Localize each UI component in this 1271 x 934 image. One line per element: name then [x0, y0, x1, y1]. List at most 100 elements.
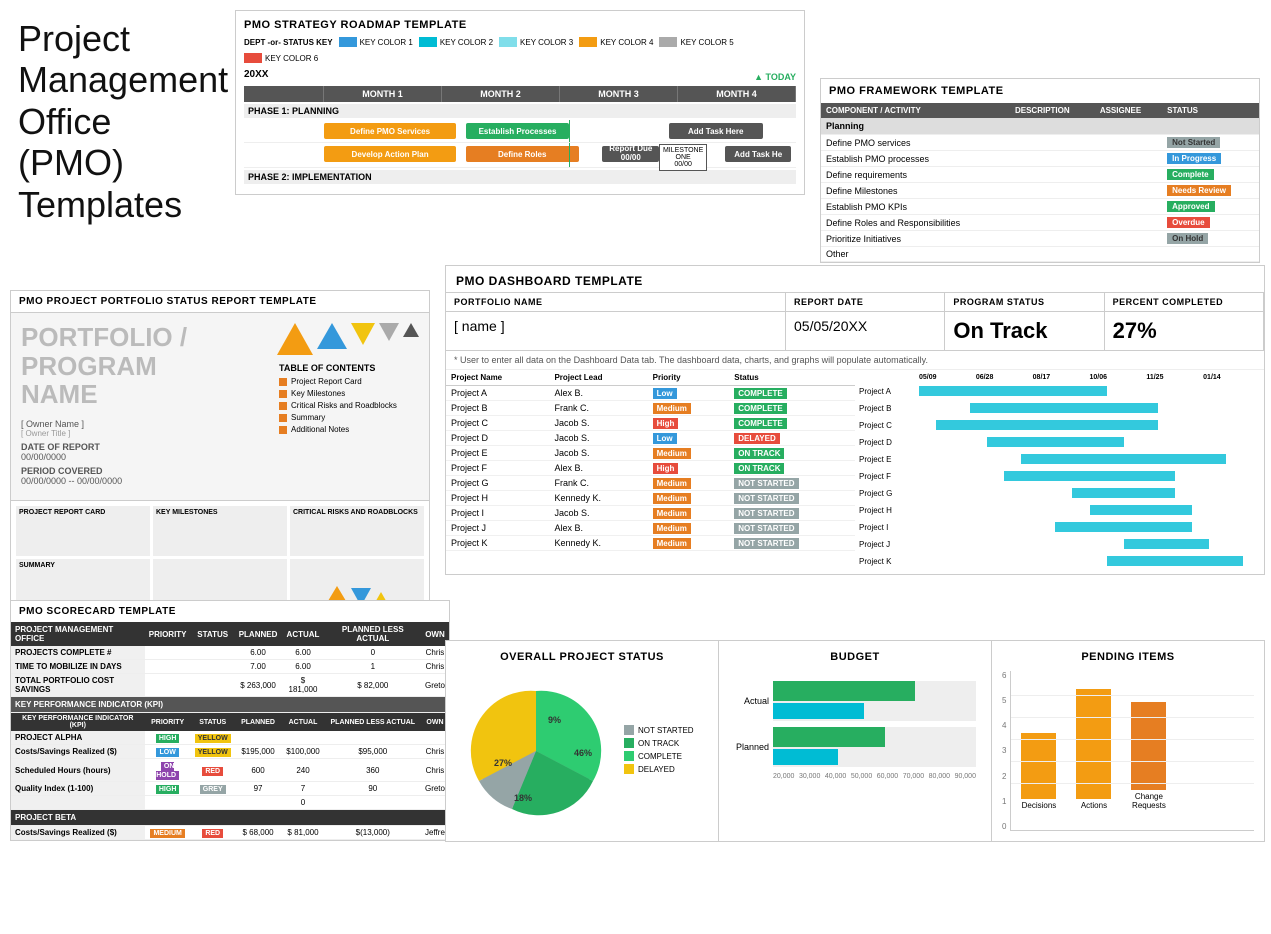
- project-row: Project F Alex B. High ON TRACK: [446, 461, 855, 476]
- gantt-proj-label: Project J: [859, 540, 919, 549]
- fw-status-badge: On Hold: [1167, 233, 1208, 244]
- gantt-bar: [970, 403, 1158, 413]
- gridline-5: [1011, 695, 1254, 696]
- toc-item: Summary: [279, 413, 419, 422]
- legend-key5: KEY COLOR 5: [659, 37, 733, 47]
- fw-status-badge: In Progress: [1167, 153, 1221, 164]
- dashboard-values: [ name ] 05/05/20XX On Track 27%: [446, 312, 1264, 351]
- pie-label-27: 27%: [494, 758, 512, 768]
- mini-risks: CRITICAL RISKS AND ROADBLOCKS: [290, 506, 424, 556]
- sc-kpi-row: Costs/Savings Realized ($) MEDIUM RED $ …: [11, 826, 449, 840]
- project-table: Project Name Project Lead Priority Statu…: [446, 370, 855, 551]
- budget-planned-label: Planned: [734, 742, 769, 752]
- budget-section: BUDGET Actual Planned 20,000 30,00: [719, 641, 992, 841]
- title-line4: (PMO): [18, 142, 124, 183]
- sc-row: PROJECTS COMPLETE # 6.00 6.00 0 Chris: [11, 646, 449, 660]
- gantt-row: Project I: [859, 519, 1260, 535]
- budget-actual-bars: [773, 681, 976, 721]
- gantt-section: 05/09 06/28 08/17 10/06 11/25 01/14 Proj…: [855, 370, 1264, 574]
- budget-actual-row: Actual: [734, 681, 976, 721]
- gantt-bar-area: [919, 402, 1260, 414]
- project-row: Project B Frank C. Medium COMPLETE: [446, 401, 855, 416]
- gantt-header: 05/09 06/28 08/17 10/06 11/25 01/14: [859, 374, 1260, 381]
- gantt-proj-label: Project I: [859, 523, 919, 532]
- portfolio-toc: TABLE OF CONTENTS Project Report CardKey…: [279, 323, 419, 490]
- dashboard-projects-gantt: Project Name Project Lead Priority Statu…: [446, 370, 1264, 574]
- project-row: Project C Jacob S. High COMPLETE: [446, 416, 855, 431]
- budget-title: BUDGET: [729, 651, 981, 663]
- project-row: Project K Kennedy K. Medium NOT STARTED: [446, 536, 855, 551]
- roadmap-year: 20XX: [244, 69, 268, 80]
- phase1-label: PHASE 1: PLANNING: [244, 104, 796, 118]
- dashboard-title: PMO DASHBOARD TEMPLATE: [446, 266, 1264, 292]
- project-row: Project D Jacob S. Low DELAYED: [446, 431, 855, 446]
- gantt-proj-label: Project H: [859, 506, 919, 515]
- fw-status-badge: Complete: [1167, 169, 1213, 180]
- portfolio-triangles: [279, 323, 419, 355]
- dashboard-note: * User to enter all data on the Dashboar…: [446, 351, 1264, 370]
- overall-status-title: OVERALL PROJECT STATUS: [456, 651, 708, 663]
- portfolio-body: PORTFOLIO /PROGRAMNAME [ Owner Name ] [ …: [11, 313, 429, 500]
- fw-row: Define PMO services Not Started: [821, 135, 1259, 151]
- legend-key4: KEY COLOR 4: [579, 37, 653, 47]
- sc-row: TIME TO MOBILIZE IN DAYS 7.00 6.00 1 Chr…: [11, 660, 449, 674]
- title-line3: Office: [18, 101, 111, 142]
- toc-list: Project Report CardKey MilestonesCritica…: [279, 377, 419, 434]
- toc-bullet: [279, 378, 287, 386]
- portfolio-mini: PROJECT REPORT CARD KEY MILESTONES CRITI…: [11, 500, 429, 614]
- toc-item: Project Report Card: [279, 377, 419, 386]
- gantt-bar: [1004, 471, 1175, 481]
- fw-row: Define Roles and Responsibilities Overdu…: [821, 215, 1259, 231]
- toc-bullet: [279, 426, 287, 434]
- gantt-row: Project D: [859, 434, 1260, 450]
- decisions-label: Decisions: [1022, 801, 1057, 810]
- gantt-bar: [1072, 488, 1174, 498]
- toc-bullet: [279, 414, 287, 422]
- framework-table: COMPONENT / ACTIVITY DESCRIPTION ASSIGNE…: [821, 103, 1259, 262]
- toc-title: TABLE OF CONTENTS: [279, 363, 419, 373]
- main-title: Project Management Office (PMO) Template…: [18, 18, 218, 225]
- project-row: Project E Jacob S. Medium ON TRACK: [446, 446, 855, 461]
- sc-kpi-row: 0: [11, 796, 449, 810]
- gantt-bar-area: [919, 453, 1260, 465]
- gantt-proj-label: Project K: [859, 557, 919, 566]
- gantt-bar-area: [919, 521, 1260, 533]
- fw-status-badge: Overdue: [1167, 217, 1209, 228]
- roadmap-legend: DEPT -or- STATUS KEY KEY COLOR 1 KEY COL…: [244, 37, 796, 63]
- bottom-charts: OVERALL PROJECT STATUS 9%: [445, 640, 1265, 842]
- budget-planned-row: Planned: [734, 727, 976, 767]
- sc-kpi-row: Quality Index (1-100) HIGH GREY 97 7 90 …: [11, 782, 449, 796]
- framework-title: PMO FRAMEWORK TEMPLATE: [821, 79, 1259, 103]
- gantt-bar: [1090, 505, 1192, 515]
- budget-planned-cyan: [773, 749, 838, 765]
- sc-row: TOTAL PORTFOLIO COST SAVINGS $ 263,000 $…: [11, 674, 449, 697]
- portfolio-name: PORTFOLIO /PROGRAMNAME: [21, 323, 267, 409]
- portfolio-period: PERIOD COVERED 00/00/0000 -- 00/00/0000: [21, 466, 267, 486]
- pending-bar-actions: Actions: [1076, 689, 1111, 810]
- fw-row: Establish PMO KPIs Approved: [821, 199, 1259, 215]
- mini-milestones: KEY MILESTONES: [153, 506, 287, 556]
- toc-bullet: [279, 390, 287, 398]
- gridline-4: [1011, 717, 1254, 718]
- fw-row: Define Milestones Needs Review: [821, 183, 1259, 199]
- gantt-bar-area: [919, 504, 1260, 516]
- gantt-row: Project B: [859, 400, 1260, 416]
- legend-ontrack: ON TRACK: [624, 738, 694, 748]
- gantt-bar: [1055, 522, 1191, 532]
- portfolio-date: DATE OF REPORT 00/00/0000: [21, 442, 267, 462]
- gantt-proj-label: Project E: [859, 455, 919, 464]
- gantt-proj-label: Project D: [859, 438, 919, 447]
- toc-item: Additional Notes: [279, 425, 419, 434]
- fw-row: Prioritize Initiatives On Hold: [821, 231, 1259, 247]
- budget-chart: Actual Planned 20,000 30,000 40,000 50,0…: [729, 671, 981, 790]
- sc-kpi-row: PROJECT BETA: [11, 810, 449, 826]
- gantt-bar-area: [919, 385, 1260, 397]
- project-table-section: Project Name Project Lead Priority Statu…: [446, 370, 855, 574]
- fw-status-badge: Needs Review: [1167, 185, 1231, 196]
- project-row: Project I Jacob S. Medium NOT STARTED: [446, 506, 855, 521]
- gantt-bar: [1124, 539, 1209, 549]
- gantt-row: Project A: [859, 383, 1260, 399]
- pending-title: PENDING ITEMS: [1002, 651, 1254, 663]
- gantt-proj-label: Project F: [859, 472, 919, 481]
- gantt-row: Project J: [859, 536, 1260, 552]
